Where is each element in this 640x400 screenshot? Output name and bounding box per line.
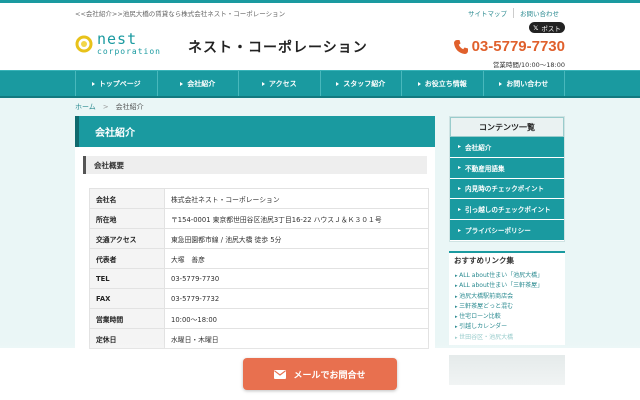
nav-access[interactable]: アクセス <box>238 71 320 96</box>
mail-icon <box>274 369 287 379</box>
side-item-company[interactable]: 会社紹介 <box>450 137 564 158</box>
recommend-link[interactable]: 住宅ローン比較 <box>455 312 565 322</box>
sidebar-banner[interactable] <box>449 355 565 386</box>
recommend-link[interactable]: 引越しカレンダー <box>455 322 565 332</box>
table-row: TEL 03-5779-7730 <box>89 268 429 289</box>
content-area: ホーム > 会社紹介 会社紹介 会社概要 会社名 株式会社ネスト・コーポレーション… <box>0 98 640 386</box>
sidebar: コンテンツ一覧 会社紹介 不動産用語集 内見時のチェックポイント 引っ越しのチェ… <box>449 116 565 386</box>
recommend-link[interactable]: 世田谷区・池尻大橋 <box>455 333 565 343</box>
contents-menu-title: コンテンツ一覧 <box>450 117 564 137</box>
global-nav: トップページ 会社紹介 アクセス スタッフ紹介 お役立ち情報 お問い合わせ <box>0 70 640 98</box>
company-overview-panel: 会社概要 会社名 株式会社ネスト・コーポレーション 所在地 〒154-0001 東京… <box>83 156 429 349</box>
breadcrumb-separator: > <box>102 103 109 111</box>
row-key: 交通アクセス <box>89 228 165 249</box>
row-key: 会社名 <box>89 188 165 209</box>
contact-link[interactable]: お問い合わせ <box>513 8 565 18</box>
row-key: 代表者 <box>89 248 165 269</box>
logo-sun-icon <box>75 35 93 53</box>
nav-company[interactable]: 会社紹介 <box>156 71 239 96</box>
row-key: 定休日 <box>89 328 165 349</box>
row-value: 水曜日・木曜日 <box>164 328 429 349</box>
side-item-viewing-checklist[interactable]: 内見時のチェックポイント <box>450 178 564 200</box>
table-row: 代表者 大塚 善彦 <box>89 248 429 269</box>
recommend-link[interactable]: 三軒茶屋どっと混む <box>455 302 565 312</box>
company-name: ネスト・コーポレーション <box>188 40 368 56</box>
mail-contact-label: メールでお問合せ <box>293 370 366 381</box>
logo-subtext: corporation <box>97 47 161 56</box>
recommend-link[interactable]: 池尻大橋駅前商店会 <box>455 292 565 302</box>
table-row: 所在地 〒154-0001 東京都世田谷区池尻3丁目16-22 ハウスＪ＆Ｋ３０１… <box>89 208 429 229</box>
recommend-link[interactable]: ALL about住まい「池尻大橋」 <box>455 271 565 281</box>
phone-number: 03-5779-7730 <box>471 38 565 55</box>
x-post-label: ポスト <box>541 24 561 33</box>
logo-wordmark: nest <box>97 30 138 48</box>
site-logo[interactable]: nest corporation <box>75 30 185 64</box>
mail-contact-button[interactable]: メールでお問合せ <box>243 358 397 390</box>
recommend-links: ALL about住まい「池尻大橋」 ALL about住まい「三軒茶屋」 池尻… <box>449 268 565 346</box>
row-key: 所在地 <box>89 208 165 229</box>
site-header: <<会社紹介>>池尻大橋の賃貸なら株式会社ネスト・コーポレーション サイトマップ… <box>75 3 565 70</box>
breadcrumb-current: 会社紹介 <box>115 103 144 111</box>
phone-block[interactable]: 03-5779-7730 <box>453 38 565 55</box>
table-row: 定休日 水曜日・木曜日 <box>89 328 429 349</box>
company-info-table: 会社名 株式会社ネスト・コーポレーション 所在地 〒154-0001 東京都世田谷区… <box>89 188 429 349</box>
row-key: FAX <box>89 288 165 309</box>
contents-menu: コンテンツ一覧 会社紹介 不動産用語集 内見時のチェックポイント 引っ越しのチェ… <box>449 116 565 242</box>
breadcrumb-home[interactable]: ホーム <box>75 102 96 112</box>
recommend-links-title: おすすめリンク集 <box>449 250 565 269</box>
x-logo-icon: 𝕏 <box>533 23 539 32</box>
nav-staff[interactable]: スタッフ紹介 <box>319 71 402 96</box>
x-post-button[interactable]: 𝕏 ポスト <box>529 22 565 33</box>
sitemap-link[interactable]: サイトマップ <box>462 8 513 18</box>
side-item-privacy[interactable]: プライバシーポリシー <box>450 220 564 241</box>
row-value: 株式会社ネスト・コーポレーション <box>164 188 429 209</box>
nav-contact[interactable]: お問い合わせ <box>482 71 565 96</box>
row-value: 〒154-0001 東京都世田谷区池尻3丁目16-22 ハウスＪ＆Ｋ３０１号 <box>164 208 429 229</box>
side-item-glossary[interactable]: 不動産用語集 <box>450 157 564 179</box>
row-value: 東急田園都市線 / 池尻大橋 徒歩 5分 <box>164 228 429 249</box>
row-value: 03-5779-7730 <box>164 268 429 289</box>
header-tagline: <<会社紹介>>池尻大橋の賃貸なら株式会社ネスト・コーポレーション <box>75 10 286 18</box>
nav-top[interactable]: トップページ <box>75 71 157 96</box>
business-hours: 営業時間/10:00～18:00 <box>492 61 565 69</box>
table-row: 交通アクセス 東急田園都市線 / 池尻大橋 徒歩 5分 <box>89 228 429 249</box>
header-top-links: サイトマップ お問い合わせ <box>462 8 565 18</box>
recommend-link[interactable]: ALL about住まい「三軒茶屋」 <box>455 281 565 291</box>
row-key: TEL <box>89 268 165 289</box>
table-row: FAX 03-5779-7732 <box>89 288 429 309</box>
row-value: 大塚 善彦 <box>164 248 429 269</box>
table-row: 営業時間 10:00～18:00 <box>89 308 429 329</box>
section-title: 会社概要 <box>83 156 427 174</box>
table-row: 会社名 株式会社ネスト・コーポレーション <box>89 188 429 209</box>
nav-info[interactable]: お役立ち情報 <box>401 71 483 96</box>
breadcrumb: ホーム > 会社紹介 <box>75 98 565 116</box>
phone-icon <box>453 39 468 54</box>
page-title: 会社紹介 <box>75 116 435 147</box>
side-item-moving-checklist[interactable]: 引っ越しのチェックポイント <box>450 199 564 221</box>
row-value: 10:00～18:00 <box>164 308 429 329</box>
main-content: 会社紹介 会社概要 会社名 株式会社ネスト・コーポレーション 所在地 〒154-00… <box>75 116 435 386</box>
row-value: 03-5779-7732 <box>164 288 429 309</box>
row-key: 営業時間 <box>89 308 165 329</box>
